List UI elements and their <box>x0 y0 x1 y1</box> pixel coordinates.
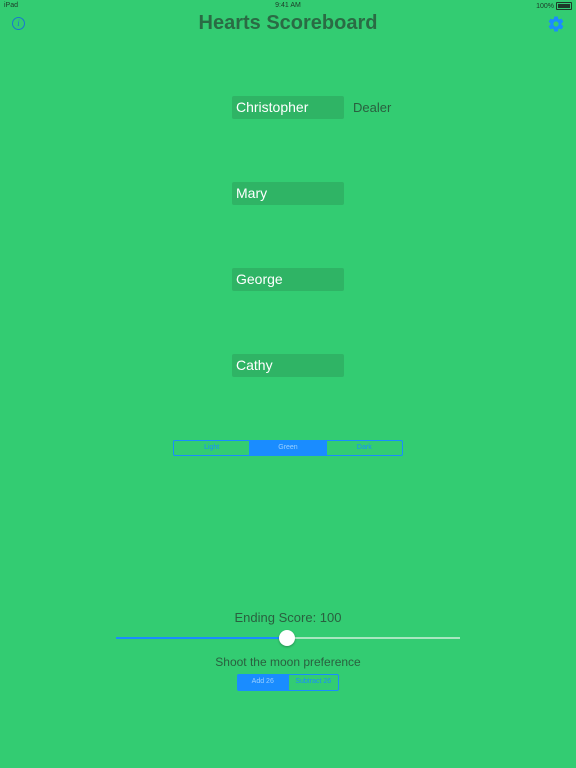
player-3-name-field[interactable]: George <box>232 268 344 291</box>
subtract-26-segment[interactable]: Subtract 26 <box>287 675 339 690</box>
player-1-name-field[interactable]: Christopher <box>232 96 344 119</box>
battery-icon <box>556 2 572 10</box>
add-26-segment[interactable]: Add 26 <box>238 675 288 690</box>
status-bar: iPad 9:41 AM 100% <box>0 0 576 12</box>
player-2-name-field[interactable]: Mary <box>232 182 344 205</box>
theme-dark-segment[interactable]: Dark <box>325 441 402 455</box>
player-4-name-field[interactable]: Cathy <box>232 354 344 377</box>
status-time: 9:41 AM <box>275 2 301 9</box>
slider-min-track <box>116 637 288 639</box>
moon-preference-label: Shoot the moon preference <box>215 655 361 669</box>
battery-percent: 100% <box>536 2 554 10</box>
slider-max-track <box>288 637 460 639</box>
theme-segmented-control: Light Green Dark <box>173 440 403 456</box>
page-title: Hearts Scoreboard <box>198 12 378 34</box>
theme-light-segment[interactable]: Light <box>174 441 249 455</box>
gear-icon[interactable] <box>547 15 565 33</box>
ending-score-label: Ending Score: 100 <box>234 610 342 625</box>
ending-score-slider[interactable] <box>116 630 460 646</box>
moon-segmented-control: Add 26 Subtract 26 <box>237 674 339 691</box>
battery-indicator: 100% <box>536 2 572 10</box>
theme-green-segment[interactable]: Green <box>249 441 326 455</box>
slider-thumb[interactable] <box>279 630 295 646</box>
dealer-label: Dealer <box>353 100 392 115</box>
